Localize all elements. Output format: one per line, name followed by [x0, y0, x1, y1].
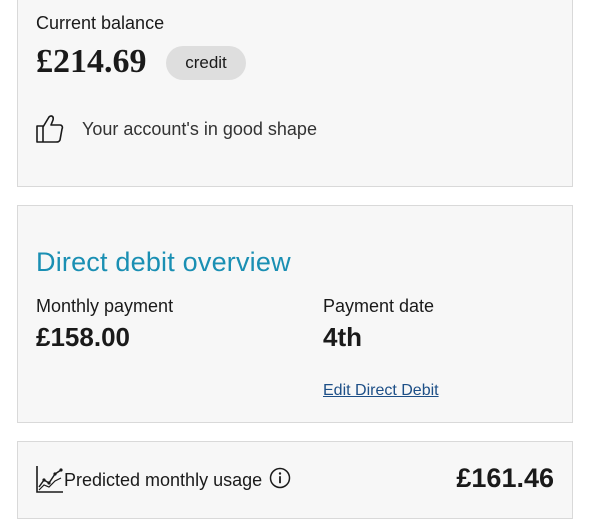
direct-debit-title: Direct debit overview [36, 247, 291, 277]
balance-card: Current balance £214.69 credit Your acco… [17, 0, 573, 187]
info-icon[interactable] [269, 467, 291, 489]
monthly-payment-value: £158.00 [36, 322, 130, 352]
payment-date-label: Payment date [323, 296, 435, 316]
payment-date-value: 4th [323, 322, 362, 352]
thumbs-up-icon [36, 115, 64, 143]
predicted-usage-label: Predicted monthly usage [64, 470, 263, 490]
predicted-usage-card: Predicted monthly usage £161.46 [17, 441, 573, 519]
predicted-usage-amount: £161.46 [456, 463, 554, 493]
account-status-text: Your account's in good shape [82, 119, 317, 139]
balance-amount: £214.69 [36, 43, 147, 80]
credit-badge: credit [166, 46, 246, 80]
line-chart-icon [36, 466, 63, 493]
monthly-payment-label: Monthly payment [36, 296, 174, 316]
balance-label: Current balance [36, 13, 165, 33]
edit-direct-debit-link[interactable]: Edit Direct Debit [323, 382, 439, 400]
direct-debit-card: Direct debit overview Monthly payment £1… [17, 205, 573, 423]
